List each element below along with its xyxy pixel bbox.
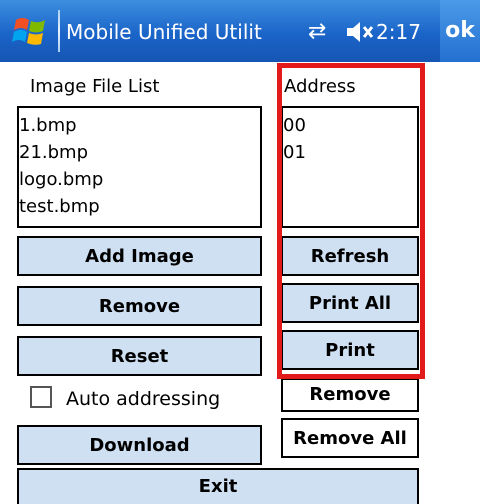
image-file-list[interactable]: 1.bmp 21.bmp logo.bmp test.bmp xyxy=(17,106,262,228)
remove-all-button[interactable]: Remove All xyxy=(281,418,419,458)
address-list[interactable]: 00 01 xyxy=(281,106,419,228)
auto-addressing-checkbox[interactable] xyxy=(30,386,52,408)
print-button[interactable]: Print xyxy=(281,330,419,370)
print-all-button[interactable]: Print All xyxy=(281,283,419,323)
ok-button[interactable]: ok xyxy=(440,0,480,62)
connectivity-icon[interactable]: ⇄ xyxy=(308,18,338,46)
address-list-label: Address xyxy=(284,76,356,97)
address-list-item[interactable]: 00 xyxy=(283,112,417,139)
file-list-item[interactable]: 21.bmp xyxy=(19,139,260,166)
remove-image-button[interactable]: Remove xyxy=(17,286,262,326)
reset-button[interactable]: Reset xyxy=(17,336,262,376)
image-file-list-label: Image File List xyxy=(30,76,160,97)
file-list-item[interactable]: test.bmp xyxy=(19,193,260,220)
title-divider xyxy=(58,10,60,52)
file-list-item[interactable]: logo.bmp xyxy=(19,166,260,193)
add-image-button[interactable]: Add Image xyxy=(17,236,262,276)
exit-button[interactable]: Exit xyxy=(17,468,419,504)
speaker-muted-icon[interactable] xyxy=(344,18,376,46)
remove-address-button[interactable]: Remove xyxy=(281,378,419,412)
auto-addressing-label: Auto addressing xyxy=(66,388,221,410)
download-button[interactable]: Download xyxy=(17,425,262,465)
address-list-item[interactable]: 01 xyxy=(283,139,417,166)
app-title: Mobile Unified Utilit xyxy=(66,20,262,44)
refresh-button[interactable]: Refresh xyxy=(281,236,419,276)
file-list-item[interactable]: 1.bmp xyxy=(19,112,260,139)
windows-start-icon[interactable] xyxy=(12,14,50,48)
clock[interactable]: 2:17 xyxy=(376,18,434,46)
title-bar: Mobile Unified Utilit ⇄ 2:17 ok xyxy=(0,0,480,62)
